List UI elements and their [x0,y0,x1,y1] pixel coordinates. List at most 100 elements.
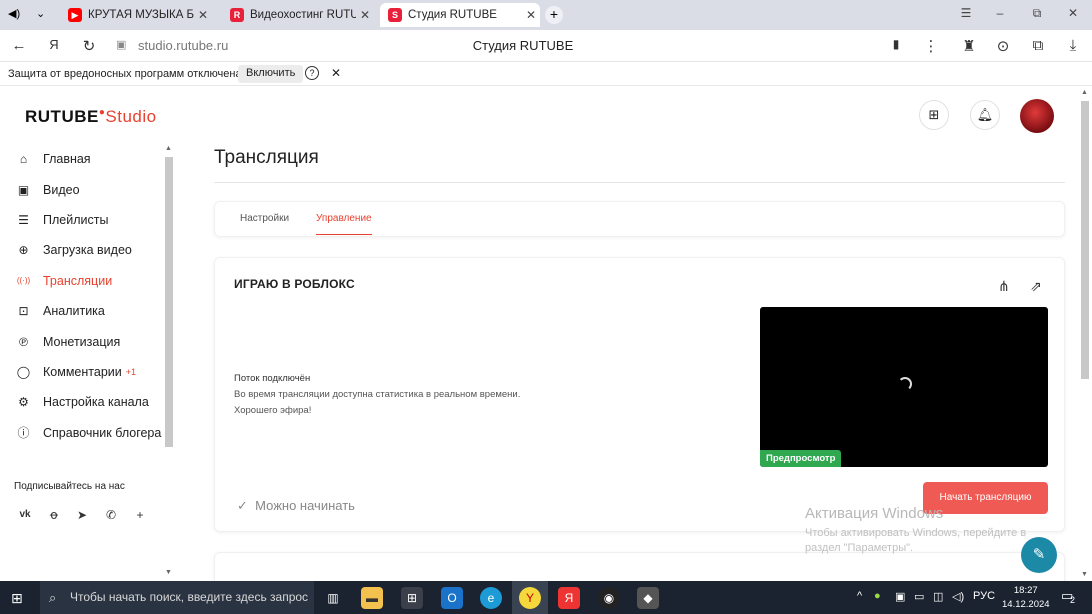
back-icon[interactable]: ← [9,37,29,54]
bookmark-icon[interactable]: ▮ [886,37,906,51]
home-icon: ⌂ [19,152,28,167]
close-window-button[interactable]: ✕ [1063,6,1083,20]
reload-icon[interactable]: ↻ [79,37,99,55]
stream-preview[interactable]: Предпросмотр [760,307,1048,467]
close-tab-icon[interactable]: ✕ [356,8,374,22]
edge-icon[interactable]: e [480,587,502,609]
page-scrollbar[interactable]: ▲ ▼ [1078,87,1092,581]
scroll-up-icon[interactable]: ▲ [165,145,172,152]
roblox-icon[interactable]: ◆ [637,587,659,609]
network-icon[interactable]: ◫ [933,590,943,603]
windows-activation-text: Чтобы активировать Windows, перейдите в … [805,526,1026,556]
sidebar-item-broadcast[interactable]: ((·)) Трансляции [16,266,166,296]
audio-icon[interactable]: ◀) [8,7,20,20]
restore-button[interactable]: ⧉ [1027,6,1047,21]
enable-protection-button[interactable]: Включить [238,65,304,83]
volume-icon[interactable]: ◁) [952,590,964,603]
collections-icon[interactable]: ⧉ [1028,37,1048,54]
ok-icon[interactable]: ꝋ [44,505,64,525]
rutube-studio-logo[interactable]: RUTUBE●Studio [25,107,157,127]
sidebar-item-label: Комментарии [43,364,122,379]
help-icon[interactable]: ? [305,66,319,80]
sidebar-item-label: Трансляции [43,273,113,288]
logo-sub: Studio [105,107,157,126]
scroll-down-icon[interactable]: ▼ [1081,571,1088,578]
windows-start-icon[interactable]: ⊞ [11,590,23,607]
analytics-icon: ⊡ [18,304,29,319]
close-infobar-icon[interactable]: ✕ [331,66,341,80]
more-icon[interactable]: ⋮ [921,37,941,55]
tab-management[interactable]: Управление [316,213,372,224]
tab-settings[interactable]: Настройки [240,213,289,224]
support-chat-icon[interactable]: ✎ [1021,537,1057,573]
sidebar-scrollbar[interactable]: ▲ ▼ [163,145,175,577]
sidebar-item-home[interactable]: ⌂ Главная [16,144,166,174]
scroll-down-icon[interactable]: ▼ [165,569,172,576]
scroll-up-icon[interactable]: ▲ [1081,89,1088,96]
sidebar-item-analytics[interactable]: ⊡ Аналитика [16,296,166,326]
yandex-icon[interactable]: Я [558,587,580,609]
browser-tab-rutube[interactable]: R Видеохостинг RUTUBE. С ✕ [222,3,374,27]
sidebar-item-label: Справочник блогера [43,425,162,440]
close-tab-icon[interactable]: ✕ [522,8,540,22]
windows-activation-line2: раздел "Параметры". [805,542,914,554]
notifications-bell-icon[interactable]: 🔔︎ [970,100,1000,130]
new-tab-button[interactable]: + [545,6,563,24]
file-explorer-icon[interactable]: ▬ [361,587,383,609]
yandex-icon[interactable]: Я [44,37,64,52]
share-icon[interactable]: ⋔ [998,278,1010,295]
sidebar-item-guide[interactable]: ⓘ Справочник блогера [16,418,166,448]
obs-icon[interactable]: ◉ [598,587,620,609]
browser-tab-studio[interactable]: S Студия RUTUBE ✕ [380,3,540,27]
taskbar-search[interactable]: ⌕ Чтобы начать поиск, введите здесь запр… [40,581,314,614]
sidebar-scroll-thumb[interactable] [165,157,173,447]
media-icon[interactable]: ⊙ [993,37,1013,55]
close-tab-icon[interactable]: ✕ [194,8,212,22]
check-icon: ✓ [237,498,248,513]
page-tabs: Настройки Управление [214,201,1065,237]
download-icon[interactable]: ⤓ [1063,37,1083,54]
sidebar-item-label: Плейлисты [43,212,109,227]
clock[interactable]: 18:27 14.12.2024 [1002,584,1050,612]
open-external-icon[interactable]: ⇗ [1030,278,1042,295]
language-indicator[interactable]: РУС [973,590,995,602]
browser-tab-music[interactable]: ▶ КРУТАЯ МУЗЫКА Б ✕ [60,3,212,27]
stream-title: ИГРАЮ В РОБЛОКС [234,277,355,291]
preview-badge: Предпросмотр [760,450,842,467]
vk-icon[interactable]: vk [15,505,35,525]
extension-icon[interactable]: ♜ [959,37,979,55]
sidebar-item-video[interactable]: ▣ Видео [16,174,166,204]
page-scroll-thumb[interactable] [1081,101,1089,379]
sidebar-item-upload[interactable]: ⊕ Загрузка видео [16,235,166,265]
url-box[interactable]: ▣ studio.rutube.ru Студия RUTUBE [108,34,938,58]
tray-camera-icon[interactable]: ▣ [895,590,905,603]
stream-card: ИГРАЮ В РОБЛОКС ⋔ ⇗ Поток подключён Во в… [214,257,1065,532]
yandex-browser-icon[interactable]: Y [519,587,541,609]
sidebar-item-monetization[interactable]: ℗ Монетизация [16,326,166,356]
sidebar-item-settings[interactable]: ⚙ Настройка канала [16,387,166,417]
minimize-button[interactable]: – [990,6,1010,20]
tab-title: КРУТАЯ МУЗЫКА Б [88,9,194,21]
stream-stats-text: Во время трансляции доступна статистика … [234,389,521,400]
telegram-icon[interactable]: ➤ [72,505,92,525]
task-view-icon[interactable]: ▥ [322,587,344,609]
battery-icon[interactable]: ▭ [914,590,924,603]
search-icon: ⌕ [49,590,57,605]
avatar[interactable] [1020,99,1054,133]
search-placeholder: Чтобы начать поиск, введите здесь запрос [70,590,309,604]
clock-date: 14.12.2024 [1002,599,1050,610]
viber-icon[interactable]: ✆ [101,505,121,525]
tray-app-icon[interactable]: ● [874,590,881,602]
sidebar-item-comments[interactable]: ◯ Комментарии +1 [16,357,166,387]
sidebar-item-playlist[interactable]: ☰ Плейлисты [16,205,166,235]
create-button[interactable]: ⊞ [919,100,949,130]
menu-icon[interactable]: ☰ [956,6,976,20]
studio-page: RUTUBE●Studio ⌂ Главная ▣ Видео ☰ Плейлисты ⊕ З… [0,87,1078,592]
outlook-icon[interactable]: O [441,587,463,609]
more-icon[interactable]: + [130,505,150,525]
sidebar-item-label: Главная [43,152,91,167]
tray-expand-icon[interactable]: ^ [857,590,862,602]
tab-list-chevron-icon[interactable]: ⌄ [36,7,45,20]
comments-badge: +1 [125,366,136,377]
store-icon[interactable]: ⊞ [401,587,423,609]
